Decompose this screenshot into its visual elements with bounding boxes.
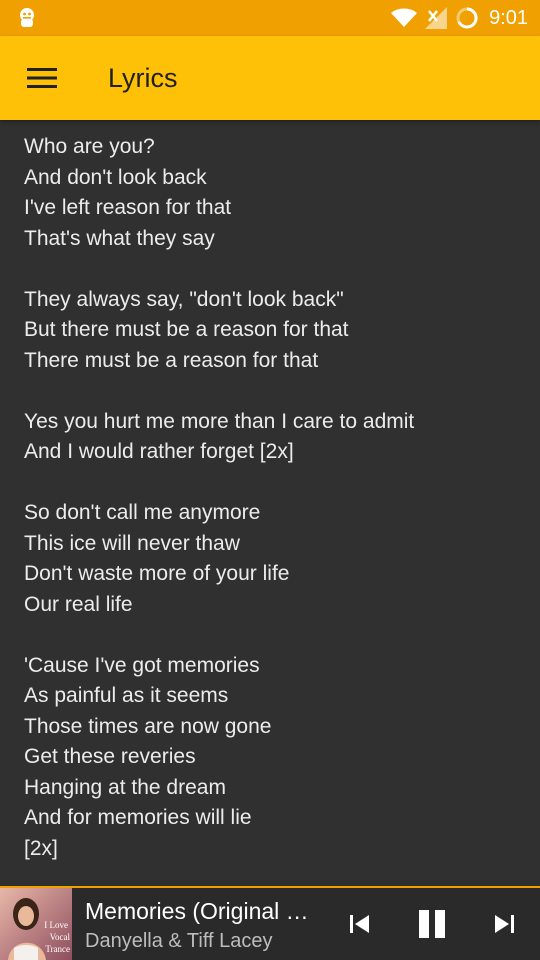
lyric-line: Who are you? [24, 135, 155, 158]
status-time: 9:01 [489, 6, 528, 29]
lyric-line: But there must be a reason for that [24, 318, 349, 341]
wifi-icon [391, 8, 418, 27]
status-icons: 9:01 [391, 0, 528, 36]
lyric-line: Those times are now gone [24, 714, 272, 738]
lyric-line: They always say, "don't look back" [24, 287, 344, 311]
notification-icon [20, 8, 34, 27]
lyric-line: Don't waste more of your life [24, 562, 290, 585]
lyric-line: Our real life [24, 592, 133, 616]
lyric-line: As painful as it seems [24, 684, 229, 707]
now-playing-bar[interactable]: I Love Vocal Trance Memories (Original …… [0, 886, 540, 960]
previous-button[interactable] [338, 902, 382, 946]
album-art-text-1: I Love [44, 920, 68, 930]
lyric-line: Get these reveries [24, 745, 196, 768]
lyric-line: That's what they say [24, 226, 215, 250]
pause-icon [419, 910, 445, 938]
status-bar: 9:01 [0, 0, 540, 36]
lyric-line: And for memories will lie [24, 806, 252, 829]
lyric-line: Yes you hurt me more than I care to admi… [24, 409, 415, 433]
lyrics-text: Who are you? And don't look back I've left… [24, 132, 524, 864]
lyric-line: And I would rather forget [2x] [24, 440, 294, 463]
next-button[interactable] [482, 902, 526, 946]
lyric-line: 'Cause I've got memories [24, 653, 260, 677]
album-art-text-3: Trance [45, 944, 70, 954]
menu-button[interactable] [16, 56, 68, 100]
battery-charging-icon [456, 7, 478, 29]
lyric-line: Hanging at the dream [24, 775, 226, 799]
pause-button[interactable] [410, 902, 454, 946]
skip-next-icon [495, 915, 514, 933]
lyric-line: [2x] [24, 836, 58, 860]
track-title[interactable]: Memories (Original … [85, 898, 325, 925]
app-bar: Lyrics [0, 36, 540, 120]
lyric-blank-line [24, 376, 524, 407]
hamburger-menu-icon [27, 68, 57, 88]
album-art[interactable]: I Love Vocal Trance [0, 888, 72, 960]
lyric-line: This ice will never thaw [24, 531, 240, 555]
lyric-line: And don't look back [24, 165, 207, 189]
lyric-line: I've left reason for that [24, 196, 232, 219]
lyric-line: So don't call me anymore [24, 501, 261, 524]
skip-previous-icon [350, 915, 369, 933]
page-title: Lyrics [108, 63, 178, 93]
track-artist[interactable]: Danyella & Tiff Lacey [85, 930, 325, 953]
lyric-blank-line [24, 468, 524, 499]
album-art-text-2: Vocal [50, 932, 71, 942]
lyric-line: There must be a reason for that [24, 348, 319, 372]
lyric-blank-line [24, 620, 524, 651]
lyric-blank-line [24, 254, 524, 285]
signal-no-sim-icon [425, 7, 448, 29]
album-art-image: I Love Vocal Trance [0, 888, 72, 960]
